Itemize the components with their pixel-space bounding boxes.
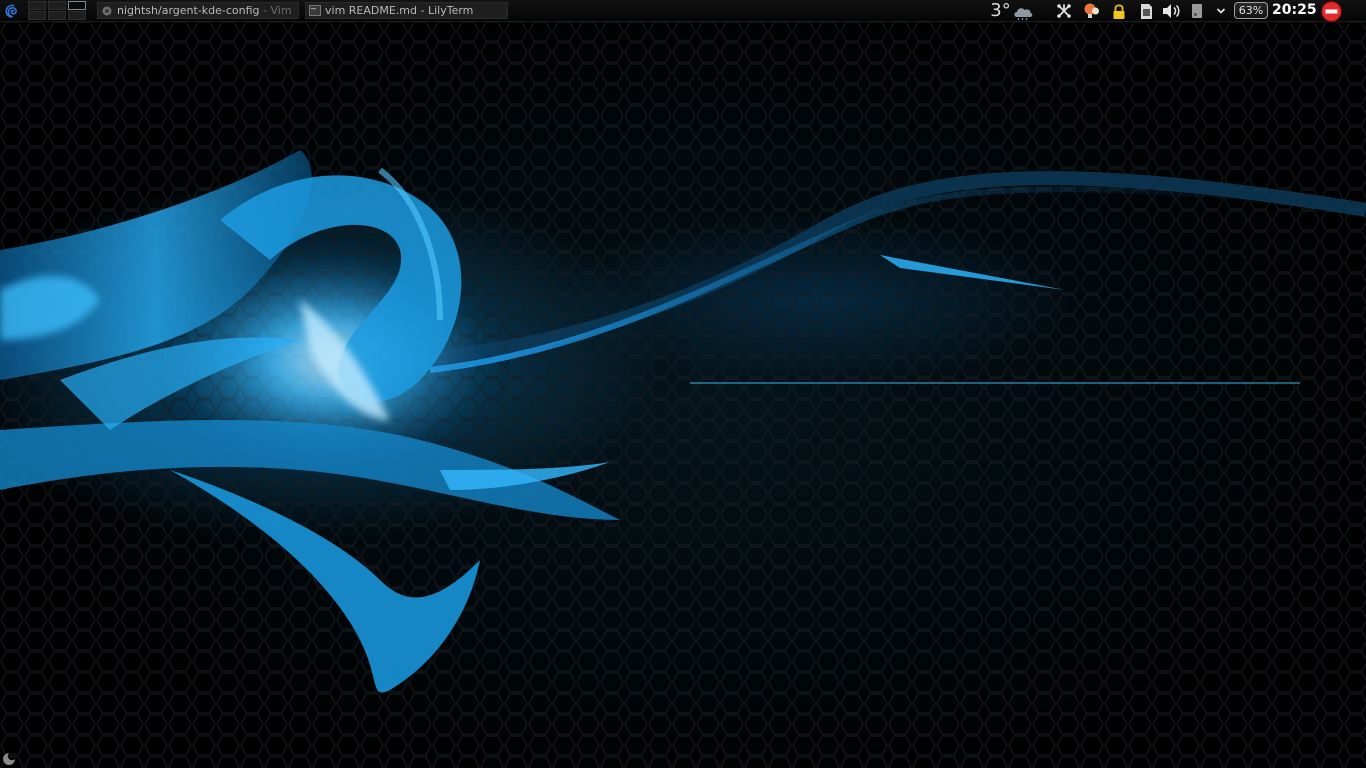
network-icon (1057, 4, 1071, 18)
pager-desktop-1[interactable] (28, 1, 46, 10)
task-title: vim README.md - LilyTerm (325, 4, 474, 17)
pager-desktop-6[interactable] (68, 11, 86, 20)
task-lilyterm-window[interactable]: vim README.md - LilyTerm (305, 2, 508, 19)
tray-expand-button[interactable] (1212, 0, 1230, 22)
weather-temperature: 3° (990, 0, 1011, 21)
lock-tray-icon[interactable] (1109, 0, 1129, 22)
cloud-icon (1014, 8, 1033, 20)
weather-widget[interactable]: 3° (988, 0, 1036, 22)
volume-icon (1163, 4, 1180, 18)
pager-desktop-3[interactable] (68, 1, 86, 10)
notifications-tray-icon[interactable] (1081, 0, 1103, 22)
task-vim-window[interactable]: nightsh/argent-kde-config - Vim (97, 2, 299, 19)
volume-tray-icon[interactable] (1160, 0, 1182, 22)
debian-launcher-icon[interactable] (3, 2, 21, 20)
logout-button[interactable] (1319, 0, 1343, 22)
desktop-toolbox-icon[interactable] (2, 752, 16, 766)
logout-icon (1321, 1, 1341, 21)
battery-indicator[interactable]: 63% (1234, 2, 1268, 19)
desktop-pager (28, 1, 86, 21)
pager-desktop-2[interactable] (48, 1, 66, 10)
pager-desktop-4[interactable] (28, 11, 46, 20)
top-panel: nightsh/argent-kde-config - Vim vim READ… (0, 0, 1366, 22)
wallpaper-blue-swirl (0, 150, 1366, 693)
device-tray-icon[interactable] (1188, 0, 1206, 22)
vim-icon (102, 6, 112, 16)
clock[interactable]: 20:25 (1272, 0, 1317, 22)
chevron-down-icon (1216, 8, 1226, 14)
network-tray-icon[interactable] (1054, 0, 1074, 22)
sd-card-icon (1141, 3, 1152, 19)
task-title-suffix: - Vim (259, 4, 292, 17)
device-icon (1192, 4, 1202, 18)
lock-icon (1113, 3, 1125, 19)
pager-desktop-5[interactable] (48, 11, 66, 20)
desktop[interactable]: nightsh/argent-kde-config - Vim vim READ… (0, 0, 1366, 768)
notifications-icon (1084, 3, 1099, 18)
task-title: nightsh/argent-kde-config (117, 4, 260, 17)
terminal-icon (309, 5, 321, 16)
storage-tray-icon[interactable] (1136, 0, 1156, 22)
